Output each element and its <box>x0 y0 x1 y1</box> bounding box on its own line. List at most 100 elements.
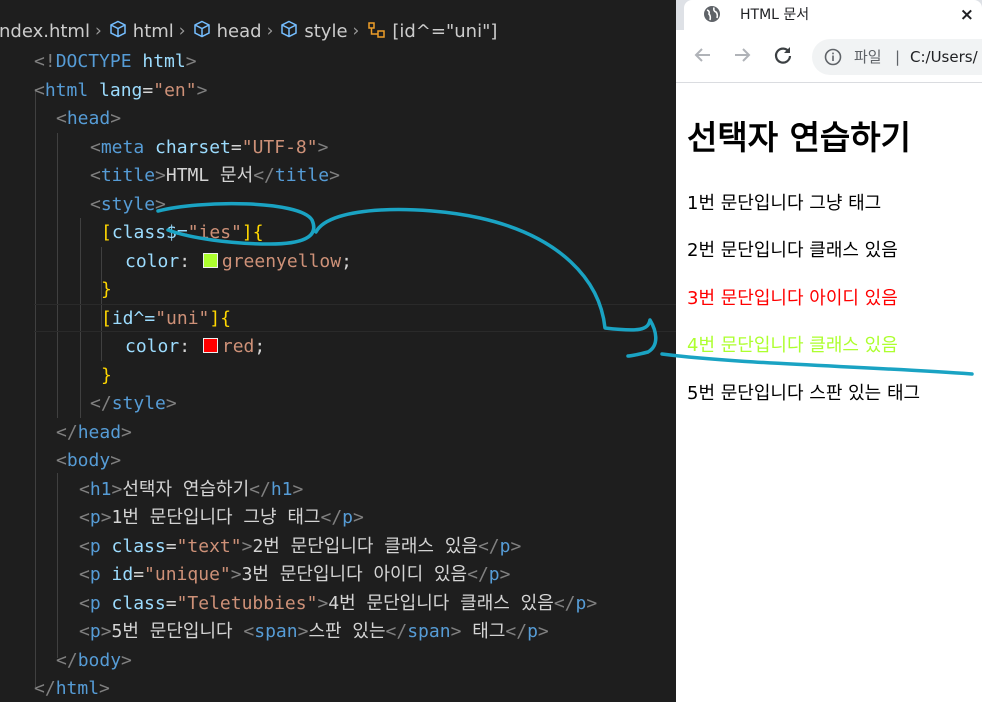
tab-title: HTML 문서 <box>740 7 810 23</box>
chevron-right-icon: › <box>178 21 186 41</box>
code-line: <p class="text">2번 문단입니다 클래스 있음</p> <box>79 533 521 562</box>
token: > <box>110 108 122 129</box>
css-selector-icon <box>366 20 386 43</box>
token: [ <box>101 222 112 243</box>
token: 1번 문단입니다 그냥 태그 <box>111 507 321 528</box>
token: < <box>79 535 90 557</box>
token: > <box>196 79 208 101</box>
token: p <box>89 592 101 614</box>
token: </ <box>249 478 271 500</box>
token: < <box>79 621 90 642</box>
paragraph-2: 2번 문단입니다 클래스 있음 <box>687 240 898 261</box>
breadcrumb-item-file[interactable]: index.html <box>0 21 90 42</box>
breadcrumb: index.html › html › head › style › [id^=… <box>0 14 497 48</box>
color-swatch[interactable] <box>202 338 218 353</box>
token: ; <box>341 250 352 272</box>
token: ] <box>209 307 221 329</box>
token: p <box>89 621 101 642</box>
code-line: </body> <box>56 647 132 676</box>
token: 스판 있는 <box>308 621 386 642</box>
info-icon[interactable] <box>824 48 842 66</box>
address-scheme-label: 파일 <box>854 48 882 66</box>
token: > <box>586 592 598 614</box>
paragraph-1: 1번 문단입니다 그냥 태그 <box>687 193 882 214</box>
token: > <box>510 535 522 557</box>
token: [ <box>101 307 112 329</box>
token: > <box>230 564 242 585</box>
token: html <box>55 678 100 699</box>
token: </ <box>477 535 500 557</box>
token: 2번 문단입니다 클래스 있음 <box>252 535 478 557</box>
code-line: [class$="ies"]{ <box>101 219 264 248</box>
paragraph-3: 3번 문단입니다 아이디 있음 <box>687 288 898 309</box>
token: < <box>79 564 90 585</box>
token: head <box>66 108 111 129</box>
chevron-right-icon: › <box>266 21 274 41</box>
token: > <box>165 393 177 414</box>
token: > <box>155 165 166 186</box>
code-line: <body> <box>56 447 121 476</box>
token: 5번 문단입니다 <box>111 621 244 642</box>
address-url: C:/Users/ <box>910 48 978 66</box>
token: DOCTYPE <box>55 51 132 72</box>
paragraph-4: 4번 문단입니다 클래스 있음 <box>687 335 898 356</box>
breadcrumb-item-style[interactable]: style <box>280 20 348 43</box>
code-line: </style> <box>90 390 177 419</box>
close-icon[interactable]: × <box>960 0 974 30</box>
token: < <box>34 79 45 101</box>
token: p <box>89 564 101 585</box>
address-separator: | <box>895 48 901 66</box>
code-editor[interactable]: index.html › html › head › style › [id^=… <box>0 0 676 702</box>
token: > <box>450 621 462 642</box>
token: span <box>254 621 298 642</box>
token: body <box>66 450 111 471</box>
breadcrumb-html-label: html <box>132 20 174 42</box>
code-line: <!DOCTYPE html> <box>34 48 197 77</box>
token: ; <box>254 336 266 357</box>
token: > <box>537 621 549 642</box>
token: red <box>221 336 255 357</box>
token: <! <box>34 51 56 72</box>
breadcrumb-item-head[interactable]: head <box>193 20 262 43</box>
code-line: color: red; <box>125 333 265 362</box>
tab-strip: HTML 문서 × <box>676 0 982 30</box>
token: > <box>121 649 132 671</box>
element-cube-icon <box>193 20 211 43</box>
token: id <box>100 564 134 585</box>
token: < <box>79 592 90 614</box>
token: h1 <box>270 478 293 500</box>
token: </ <box>34 678 56 699</box>
token: = <box>133 564 145 585</box>
token: } <box>101 364 112 386</box>
code-line: </head> <box>56 419 132 448</box>
page-heading: 선택자 연습하기 <box>687 118 912 157</box>
token: html <box>131 51 186 72</box>
token: : <box>179 336 201 357</box>
token: { <box>220 307 232 329</box>
color-swatch[interactable] <box>202 252 218 268</box>
breadcrumb-item-selector[interactable]: [id^="uni"] <box>366 20 497 43</box>
token: p <box>499 535 511 557</box>
breadcrumb-item-html[interactable]: html <box>109 20 174 43</box>
token: > <box>99 678 110 699</box>
token: { <box>252 222 264 243</box>
token: < <box>79 478 90 500</box>
chevron-right-icon: › <box>352 21 360 41</box>
indent-guide <box>57 473 58 658</box>
reload-icon[interactable] <box>772 44 794 66</box>
browser-tab[interactable]: HTML 문서 × <box>684 0 982 30</box>
token: 태그 <box>461 621 506 642</box>
token: p <box>89 535 101 557</box>
token: = <box>142 79 154 101</box>
address-bar[interactable]: 파일 | C:/Users/ <box>812 39 982 75</box>
token: style <box>111 393 166 414</box>
token: </ <box>320 507 343 528</box>
token: "text" <box>176 535 242 557</box>
token: p <box>89 507 101 528</box>
code-line: <p>5번 문단입니다 <span>스판 있는</span> 태그</p> <box>79 618 549 647</box>
token: > <box>317 136 329 158</box>
back-arrow-icon[interactable] <box>692 44 714 66</box>
code-line: } <box>101 362 112 391</box>
forward-arrow-icon[interactable] <box>731 44 753 66</box>
code-line: </html> <box>34 675 110 702</box>
